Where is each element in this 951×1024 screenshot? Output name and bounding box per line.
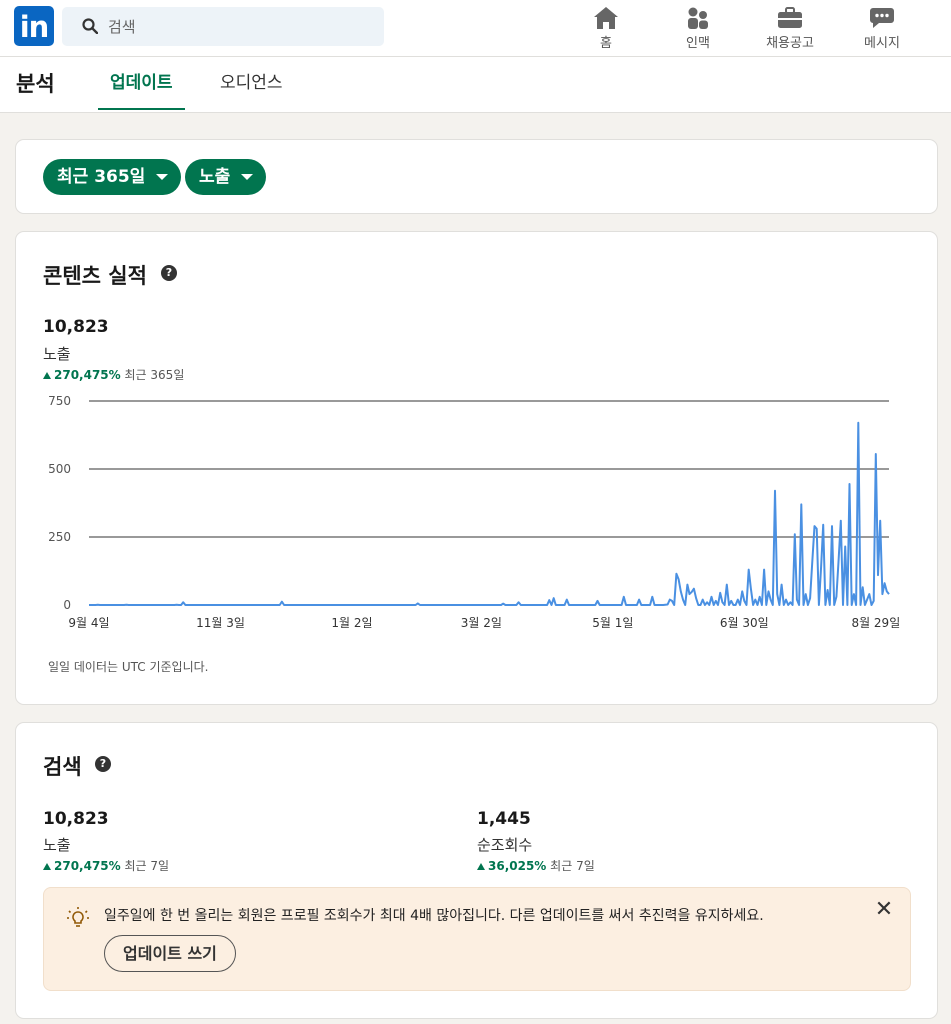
unique-views-trend: 36,025% 최근 7일 bbox=[477, 857, 595, 874]
filter-card: 최근 365일 노출 bbox=[15, 139, 938, 214]
chart-y-axis: 750 500 250 0 bbox=[48, 394, 71, 612]
x-tick-label: 8월 29일 bbox=[851, 616, 900, 630]
nav-jobs[interactable]: 채용공고 bbox=[750, 4, 830, 52]
briefcase-icon bbox=[778, 7, 802, 28]
trend-up-icon bbox=[477, 863, 485, 870]
chart-x-axis: 9월 4일 11월 3일 1월 2일 3월 2일 5월 1일 6월 30일 8월 29일 bbox=[68, 616, 900, 630]
lightbulb-icon bbox=[67, 907, 89, 927]
y-tick-label: 500 bbox=[48, 462, 71, 476]
unique-views-label: 순조회수 bbox=[477, 836, 533, 854]
search-impressions-trend: 270,475% 최근 7일 bbox=[43, 857, 169, 874]
message-icon bbox=[870, 8, 894, 28]
nav-home[interactable]: 홈 bbox=[566, 4, 646, 52]
analytics-header: 분석 업데이트 오디언스 bbox=[0, 57, 951, 113]
chart-grid bbox=[89, 400, 889, 538]
impressions-series-line bbox=[89, 421, 890, 606]
y-tick-label: 750 bbox=[48, 394, 71, 408]
top-nav: in 홈 인맥 채용공고 bbox=[0, 0, 951, 57]
search-title: 검색 bbox=[43, 755, 82, 779]
tab-updates[interactable]: 업데이트 bbox=[98, 57, 185, 110]
metric-filter-label: 노출 bbox=[199, 167, 231, 187]
x-tick-label: 5월 1일 bbox=[592, 616, 633, 630]
caret-down-icon bbox=[241, 174, 254, 180]
nav-network-label: 인맥 bbox=[686, 36, 710, 51]
search-impressions-label: 노출 bbox=[43, 836, 71, 854]
metric-filter-button[interactable]: 노출 bbox=[185, 159, 267, 195]
people-icon bbox=[688, 7, 708, 29]
trend-change: 270,475% bbox=[54, 859, 121, 873]
search-box[interactable] bbox=[62, 7, 384, 46]
search-icon bbox=[82, 18, 98, 34]
x-tick-label: 6월 30일 bbox=[720, 616, 769, 630]
x-tick-label: 9월 4일 bbox=[68, 616, 109, 630]
trend-period: 최근 7일 bbox=[124, 859, 170, 873]
tip-text: 일주일에 한 번 올리는 회원은 프로필 조회수가 최대 4배 많아집니다. 다… bbox=[104, 908, 764, 924]
close-icon[interactable]: ✕ bbox=[872, 898, 896, 922]
x-tick-label: 3월 2일 bbox=[461, 616, 502, 630]
utc-note: 일일 데이터는 UTC 기준입니다. bbox=[48, 660, 209, 674]
trend-period: 최근 7일 bbox=[550, 859, 595, 873]
nav-messaging-label: 메시지 bbox=[864, 36, 900, 51]
trend-up-icon bbox=[43, 863, 51, 870]
trend-change: 36,025% bbox=[488, 859, 547, 873]
period-filter-label: 최근 365일 bbox=[57, 167, 146, 187]
page-title: 분석 bbox=[16, 72, 55, 96]
unique-views-value: 1,445 bbox=[477, 809, 531, 829]
nav-network[interactable]: 인맥 bbox=[658, 4, 738, 52]
caret-down-icon bbox=[156, 174, 169, 180]
y-tick-label: 0 bbox=[63, 598, 71, 612]
period-filter-button[interactable]: 최근 365일 bbox=[43, 159, 182, 195]
help-icon[interactable]: ? bbox=[95, 756, 111, 772]
x-tick-label: 1월 2일 bbox=[331, 616, 372, 630]
nav-jobs-label: 채용공고 bbox=[766, 36, 814, 51]
tab-audience[interactable]: 오디언스 bbox=[220, 57, 283, 109]
search-card: 검색 ? 10,823 노출 270,475% 최근 7일 1,445 순조회수… bbox=[15, 722, 938, 1019]
search-impressions-value: 10,823 bbox=[43, 809, 109, 829]
x-tick-label: 11월 3일 bbox=[196, 616, 245, 630]
write-update-button[interactable]: 업데이트 쓰기 bbox=[104, 935, 236, 972]
content-performance-card: 콘텐츠 실적 ? 10,823 노출 270,475% 최근 365일 750 5… bbox=[15, 231, 938, 705]
nav-messaging[interactable]: 메시지 bbox=[842, 4, 922, 52]
y-tick-label: 250 bbox=[48, 530, 71, 544]
impressions-chart: 750 500 250 0 9월 4일 11월 3일 1월 2일 3월 2일 5월 1일 6월 … bbox=[48, 394, 900, 630]
nav-home-label: 홈 bbox=[600, 36, 612, 51]
linkedin-logo[interactable]: in bbox=[14, 6, 54, 46]
home-icon bbox=[594, 7, 618, 29]
search-input[interactable] bbox=[108, 7, 368, 46]
tip-banner: 일주일에 한 번 올리는 회원은 프로필 조회수가 최대 4배 많아집니다. 다… bbox=[43, 887, 911, 991]
